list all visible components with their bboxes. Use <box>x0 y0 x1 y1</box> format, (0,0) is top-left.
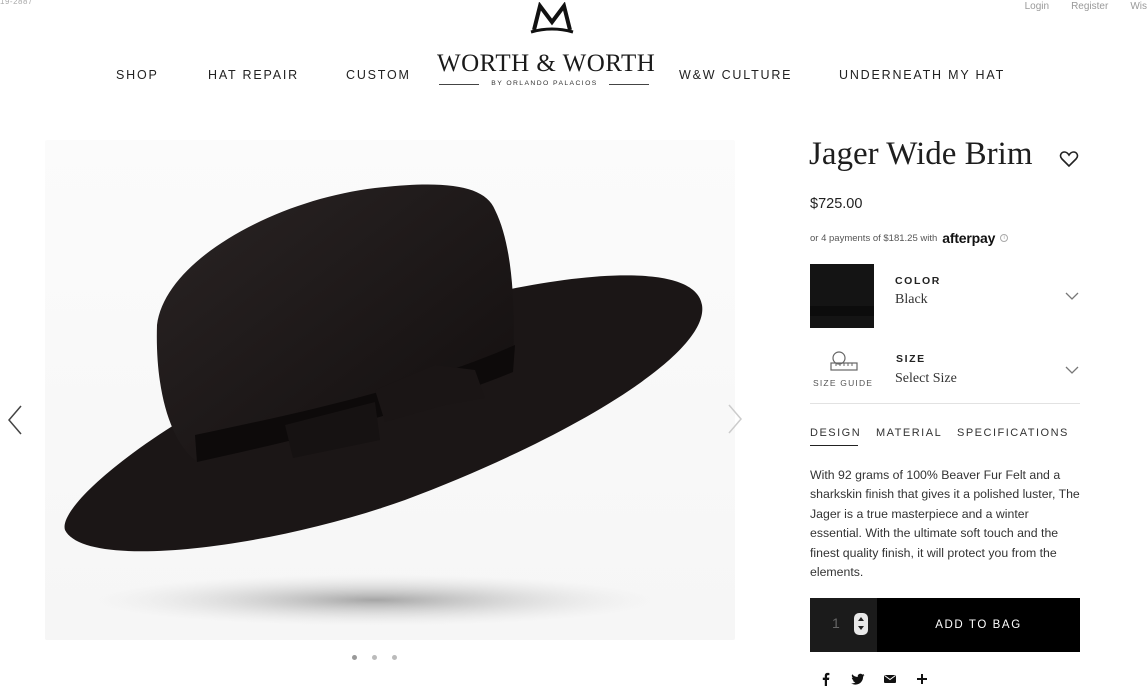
logo-mark-icon <box>530 2 574 34</box>
add-to-bag-button[interactable]: ADD TO BAG <box>877 598 1080 652</box>
add-to-bag-bar: 1 ADD TO BAG <box>810 598 1080 652</box>
afterpay-logo[interactable]: afterpay <box>942 230 995 246</box>
logo-rule-right <box>609 84 649 85</box>
size-guide-link[interactable]: SIZE GUIDE <box>813 378 873 388</box>
facebook-icon[interactable] <box>819 672 833 686</box>
measuring-tape-icon[interactable] <box>827 350 859 372</box>
active-tab-indicator <box>810 445 858 446</box>
tab-material[interactable]: MATERIAL <box>876 427 942 439</box>
gallery-pagination <box>352 655 397 660</box>
email-icon[interactable] <box>883 672 897 686</box>
size-label: SIZE <box>896 353 926 365</box>
quantity-box: 1 <box>810 598 877 652</box>
tab-design[interactable]: DESIGN <box>810 427 861 439</box>
quantity-stepper[interactable] <box>854 613 868 635</box>
nav-item-ww-culture[interactable]: W&W CULTURE <box>679 68 792 82</box>
color-label: COLOR <box>895 275 941 287</box>
social-share <box>819 672 929 686</box>
heart-icon[interactable] <box>1059 150 1079 168</box>
plus-icon[interactable] <box>915 672 929 686</box>
gallery-prev-button[interactable] <box>6 404 24 444</box>
tab-specifications[interactable]: SPECIFICATIONS <box>957 427 1069 439</box>
chevron-down-icon[interactable] <box>1065 366 1079 375</box>
nav-item-custom[interactable]: CUSTOM <box>346 68 411 82</box>
product-price: $725.00 <box>810 196 863 212</box>
wishlist-link[interactable]: Wis <box>1130 1 1147 12</box>
utility-nav: Login Register Wis <box>1025 1 1147 12</box>
afterpay-text: or 4 payments of $181.25 with <box>810 232 938 244</box>
chevron-left-icon <box>8 405 22 435</box>
product-title: Jager Wide Brim <box>809 136 1033 172</box>
logo-wordmark: WORTH & WORTH <box>437 50 656 77</box>
product-image[interactable] <box>45 140 735 640</box>
color-value: Black <box>895 292 928 307</box>
nav-item-hat-repair[interactable]: HAT REPAIR <box>208 68 299 82</box>
twitter-icon[interactable] <box>851 672 865 686</box>
quantity-input[interactable]: 1 <box>832 615 840 631</box>
register-link[interactable]: Register <box>1071 1 1108 12</box>
product-description: With 92 grams of 100% Beaver Fur Felt an… <box>810 468 1080 580</box>
afterpay-info: or 4 payments of $181.25 with afterpay i <box>810 230 1009 246</box>
gallery-dot-1[interactable] <box>352 655 357 660</box>
chevron-down-icon[interactable] <box>1065 292 1079 301</box>
chevron-right-icon <box>728 404 742 434</box>
phone-number: 19-2887 <box>0 0 33 6</box>
gallery-dot-2[interactable] <box>372 655 377 660</box>
login-link[interactable]: Login <box>1025 1 1049 12</box>
section-divider <box>810 403 1080 404</box>
brand-logo[interactable]: WORTH & WORTH BY ORLANDO PALACIOS <box>437 0 656 96</box>
gallery-next-button[interactable] <box>726 403 744 443</box>
gallery-dot-3[interactable] <box>392 655 397 660</box>
color-swatch[interactable] <box>810 264 874 328</box>
info-icon[interactable]: i <box>1000 234 1009 242</box>
hat-shadow <box>90 574 660 626</box>
nav-item-shop[interactable]: SHOP <box>116 68 159 82</box>
size-select[interactable]: Select Size <box>895 371 957 387</box>
nav-item-underneath-my-hat[interactable]: UNDERNEATH MY HAT <box>839 68 1005 82</box>
product-page: 19-2887 Login Register Wis SHOP HAT REPA… <box>0 0 1147 697</box>
